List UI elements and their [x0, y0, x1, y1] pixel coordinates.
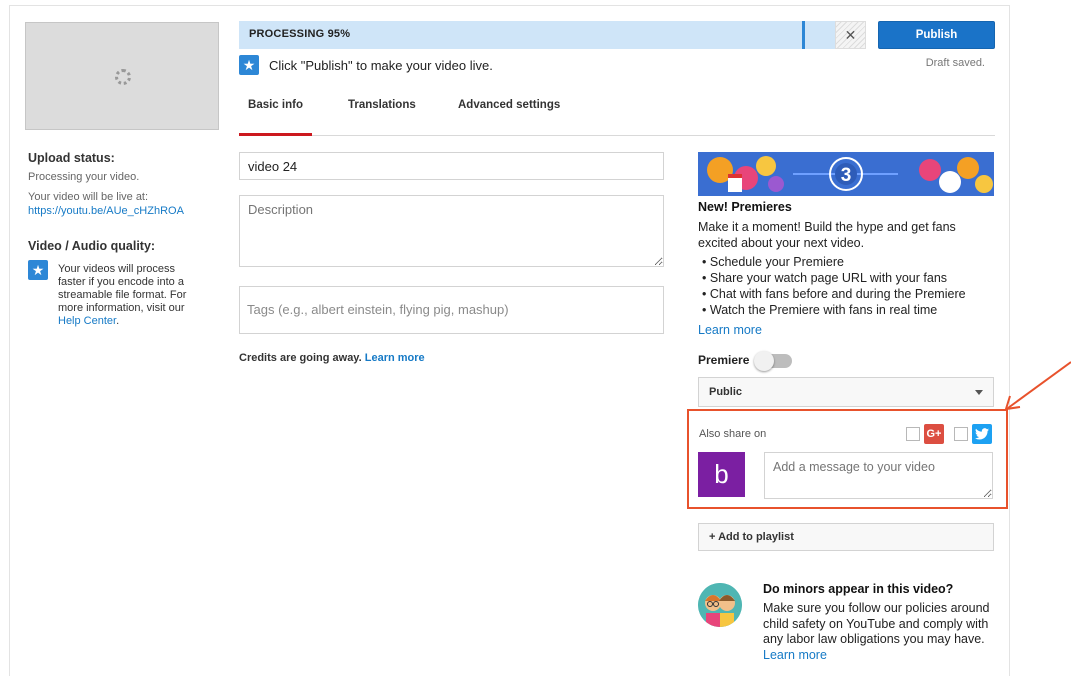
child-safety-illustration — [698, 583, 742, 627]
premiere-toggle-label: Premiere — [698, 353, 750, 367]
minors-title: Do minors appear in this video? — [763, 582, 954, 596]
tags-placeholder: Tags (e.g., albert einstein, flying pig,… — [247, 302, 509, 317]
upload-status-text: Processing your video. — [28, 171, 140, 183]
publish-button[interactable]: Publish — [878, 21, 995, 49]
privacy-selected-value: Public — [709, 386, 743, 398]
quality-suffix: . — [116, 315, 120, 327]
list-item: Watch the Premiere with fans in real tim… — [702, 302, 966, 318]
draft-status: Draft saved. — [925, 57, 985, 69]
chevron-down-icon — [975, 390, 983, 395]
title-input[interactable] — [239, 152, 664, 180]
tab-bar: Basic info Translations Advanced setting… — [239, 90, 995, 136]
premieres-title: New! Premieres — [698, 200, 792, 214]
toggle-knob[interactable] — [754, 351, 774, 371]
premiere-toggle[interactable] — [754, 351, 792, 371]
processing-progress-bar: PROCESSING 95% ✕ — [239, 21, 866, 49]
credits-text: Credits are going away. — [239, 352, 362, 364]
live-at-label: Your video will be live at: — [28, 191, 149, 203]
upload-status-title: Upload status: — [28, 151, 115, 165]
description-input[interactable] — [239, 195, 664, 267]
tab-basic-info[interactable]: Basic info — [239, 90, 312, 136]
loading-spinner-icon — [115, 69, 131, 85]
video-url-link[interactable]: https://youtu.be/AUe_cHZhROA — [28, 205, 184, 217]
help-center-link[interactable]: Help Center — [58, 315, 116, 327]
quality-description: Your videos will process faster if you e… — [58, 263, 187, 314]
minors-description: Make sure you follow our policies around… — [763, 601, 990, 646]
minors-learn-more-link[interactable]: Learn more — [763, 648, 827, 662]
premieres-description: Make it a moment! Build the hype and get… — [698, 220, 956, 250]
video-thumbnail — [25, 22, 219, 130]
quality-text: Your videos will process faster if you e… — [58, 263, 198, 328]
progress-label: PROCESSING 95% — [249, 28, 351, 40]
premieres-banner-image: 3 — [698, 152, 994, 196]
cancel-upload-button[interactable]: ✕ — [835, 21, 866, 49]
tags-input[interactable]: Tags (e.g., albert einstein, flying pig,… — [239, 286, 664, 334]
page-gutter — [1011, 0, 1071, 676]
premieres-feature-list: Schedule your Premiere Share your watch … — [702, 254, 966, 318]
star-icon: ★ — [28, 260, 48, 280]
credits-notice: Credits are going away. Learn more — [239, 352, 425, 364]
publish-hint: Click "Publish" to make your video live. — [269, 58, 493, 73]
list-item: Schedule your Premiere — [702, 254, 966, 270]
list-item: Share your watch page URL with your fans — [702, 270, 966, 286]
premieres-learn-more-link[interactable]: Learn more — [698, 323, 762, 337]
list-item: Chat with fans before and during the Pre… — [702, 286, 966, 302]
child-safety-icon — [698, 583, 742, 627]
premieres-illustration: 3 — [698, 152, 994, 196]
tab-advanced-settings[interactable]: Advanced settings — [458, 90, 560, 136]
countdown-number: 3 — [841, 165, 852, 186]
quality-title: Video / Audio quality: — [28, 239, 156, 253]
minors-text: Make sure you follow our policies around… — [763, 601, 995, 663]
annotation-arrow-icon — [1004, 361, 1071, 411]
credits-learn-more-link[interactable]: Learn more — [365, 352, 425, 364]
annotation-highlight-box — [687, 409, 1008, 509]
tab-translations[interactable]: Translations — [348, 90, 416, 136]
privacy-select[interactable]: Public — [698, 377, 994, 407]
star-icon: ★ — [239, 55, 259, 75]
add-to-playlist-button[interactable]: + Add to playlist — [698, 523, 994, 551]
